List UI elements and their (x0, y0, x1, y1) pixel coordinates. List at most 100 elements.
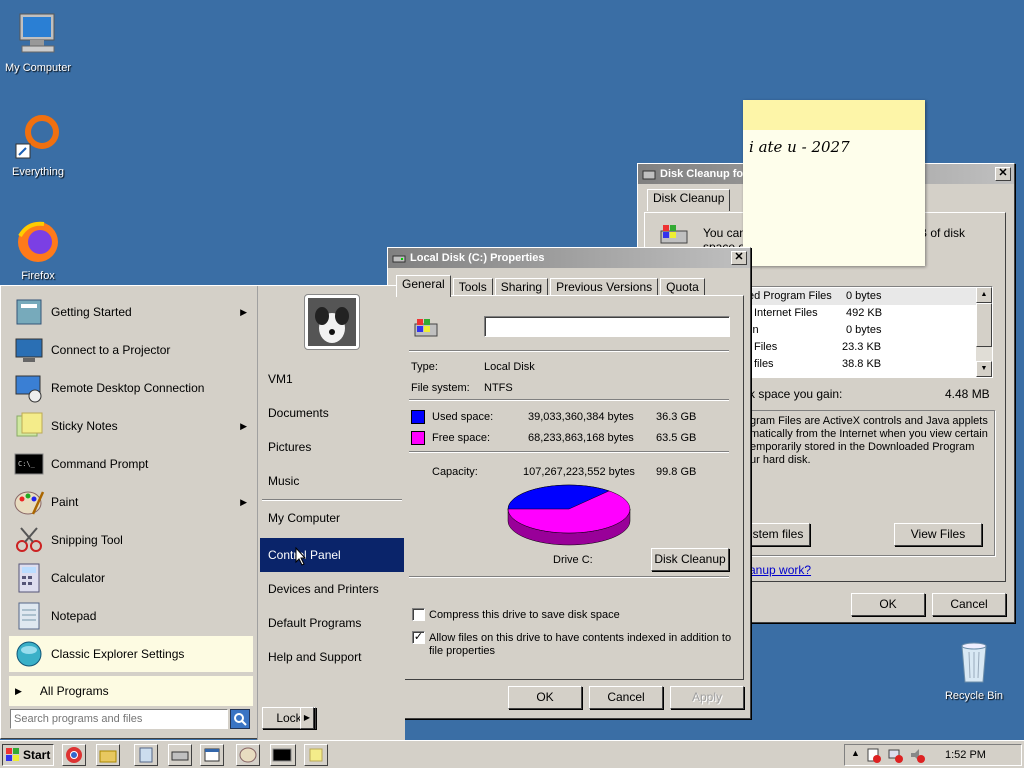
gain-value: 4.48 MB (945, 387, 990, 401)
free-space-swatch (411, 431, 425, 445)
taskbar-paint-button[interactable] (236, 744, 260, 766)
start-item-sticky-notes[interactable]: Sticky Notes ▶ (9, 408, 253, 444)
cleanup-file-name: Files (754, 341, 778, 353)
scroll-up-button[interactable]: ▲ (976, 287, 992, 303)
scroll-thumb[interactable] (976, 303, 992, 347)
start-item-remote-desktop[interactable]: Remote Desktop Connection (9, 370, 253, 406)
taskbar-properties-button[interactable] (200, 744, 224, 766)
cleanup-intro: You can (703, 226, 746, 240)
general-panel: Type: Local Disk File system: NTFS Used … (404, 295, 744, 680)
capacity-gb: 99.8 GB (656, 466, 697, 478)
start-place-my-computer[interactable]: My Computer (260, 501, 404, 535)
scrollbar[interactable]: ▲ ▼ (976, 287, 992, 377)
cleanup-intro-2: B of disk (919, 226, 966, 240)
start-item-getting-started[interactable]: Getting Started ▶ (9, 294, 253, 330)
start-item-calculator[interactable]: Calculator (9, 560, 253, 596)
taskbar-explorer-button[interactable] (96, 744, 120, 766)
taskbar-notepad-button[interactable] (134, 744, 158, 766)
show-desktop-button[interactable] (1020, 741, 1024, 768)
ok-button[interactable]: OK (508, 686, 582, 709)
start-place-devices-printers[interactable]: Devices and Printers (260, 572, 404, 606)
clean-system-files-button[interactable]: stem files (746, 523, 810, 546)
action-center-icon[interactable] (865, 747, 881, 766)
paint-icon (13, 486, 45, 518)
start-item-label: Connect to a Projector (51, 343, 171, 357)
chevron-up-icon[interactable]: ▲ (851, 748, 860, 758)
start-item-classic-explorer-settings[interactable]: Classic Explorer Settings (9, 636, 253, 672)
start-place-pictures[interactable]: Pictures (260, 430, 404, 464)
cancel-button[interactable]: Cancel (589, 686, 663, 709)
desktop-icon-recycle-bin[interactable]: Recycle Bin (936, 638, 1012, 702)
start-button[interactable]: Start (2, 744, 54, 766)
desktop-icon-firefox[interactable]: Firefox (0, 218, 76, 282)
start-place-default-programs[interactable]: Default Programs (260, 606, 404, 640)
compress-label: Compress this drive to save disk space (429, 609, 620, 621)
my-computer-icon (14, 10, 62, 58)
close-button[interactable]: ✕ (995, 167, 1011, 181)
notepad-icon (13, 600, 45, 632)
description-line: emporarily stored in the Downloaded Prog… (750, 441, 975, 453)
sticky-note-text[interactable]: i ate u - 2027 (749, 138, 850, 156)
start-place-music[interactable]: Music (260, 464, 404, 498)
tab-general[interactable]: General (396, 275, 451, 297)
submenu-arrow-icon: ▶ (240, 420, 247, 431)
start-place-control-panel[interactable]: Control Panel (260, 538, 404, 572)
sticky-note-header[interactable] (743, 100, 925, 130)
how-cleanup-works-link[interactable]: anup work? (749, 563, 811, 577)
start-item-command-prompt[interactable]: C:\_ Command Prompt (9, 446, 253, 482)
desktop-icon-my-computer[interactable]: My Computer (0, 10, 76, 74)
disk-cleanup-title: Disk Cleanup fo (660, 168, 744, 180)
start-search-input[interactable] (10, 709, 228, 729)
start-item-notepad[interactable]: Notepad (9, 598, 253, 634)
index-checkbox[interactable]: ✓ (412, 631, 425, 644)
windows-flag-icon (411, 318, 441, 345)
used-space-gb: 36.3 GB (656, 411, 697, 423)
start-item-label: Calculator (51, 571, 106, 585)
tab-disk-cleanup[interactable]: Disk Cleanup (647, 189, 731, 211)
start-item-connect-projector[interactable]: Connect to a Projector (9, 332, 253, 368)
network-icon[interactable] (887, 747, 903, 766)
start-item-snipping-tool[interactable]: Snipping Tool (9, 522, 253, 558)
cleanup-file-list[interactable]: ed Program Files 0 bytes Internet Files … (747, 286, 993, 378)
start-place-help-support[interactable]: Help and Support (260, 640, 404, 674)
cleanup-file-size: 38.8 KB (842, 358, 882, 370)
desktop-icon-everything[interactable]: Everything (0, 114, 76, 178)
cleanup-file-size: 23.3 KB (842, 341, 882, 353)
all-programs-button[interactable]: ▶ All Programs (9, 676, 253, 706)
shutdown-options-button[interactable]: ▶ (300, 707, 314, 729)
drive-label: Drive C: (553, 554, 593, 566)
used-space-bytes: 39,033,360,384 bytes (528, 411, 634, 423)
search-button[interactable] (230, 709, 250, 729)
close-icon: ✕ (998, 167, 1008, 179)
taskbar-sticky-notes-button[interactable] (304, 744, 328, 766)
cleanup-file-size: 492 KB (846, 307, 883, 319)
close-button[interactable]: ✕ (731, 251, 747, 265)
start-place-vm1[interactable]: VM1 (260, 362, 404, 396)
start-item-label: Command Prompt (51, 457, 149, 471)
start-item-label: Notepad (51, 609, 97, 623)
scroll-down-button[interactable]: ▼ (976, 361, 992, 377)
user-avatar[interactable] (304, 294, 360, 350)
view-files-button[interactable]: View Files (894, 523, 982, 546)
chrome-icon (63, 747, 85, 768)
index-label-2: file properties (429, 645, 496, 657)
sticky-note[interactable]: i ate u - 2027 (743, 100, 925, 266)
clock[interactable]: 1:52 PM (945, 749, 986, 761)
ok-button[interactable]: OK (851, 593, 925, 616)
taskbar-cmd-button[interactable] (270, 744, 296, 766)
start-item-paint[interactable]: Paint ▶ (9, 484, 253, 520)
taskbar-disk-cleanup-button[interactable] (168, 744, 192, 766)
submenu-arrow-icon: ▶ (240, 496, 247, 507)
properties-titlebar[interactable]: Local Disk (C:) Properties ✕ (388, 248, 750, 268)
volume-icon[interactable] (909, 747, 925, 766)
divider (409, 350, 729, 352)
start-place-documents[interactable]: Documents (260, 396, 404, 430)
paint-icon (237, 747, 259, 768)
cancel-button[interactable]: Cancel (932, 593, 1006, 616)
start-item-label: Sticky Notes (51, 419, 118, 433)
taskbar-chrome-button[interactable] (62, 744, 86, 766)
compress-checkbox[interactable] (412, 608, 425, 621)
disk-cleanup-button[interactable]: Disk Cleanup (651, 548, 729, 571)
apply-button[interactable]: Apply (670, 686, 744, 709)
drive-label-input[interactable] (484, 316, 730, 337)
